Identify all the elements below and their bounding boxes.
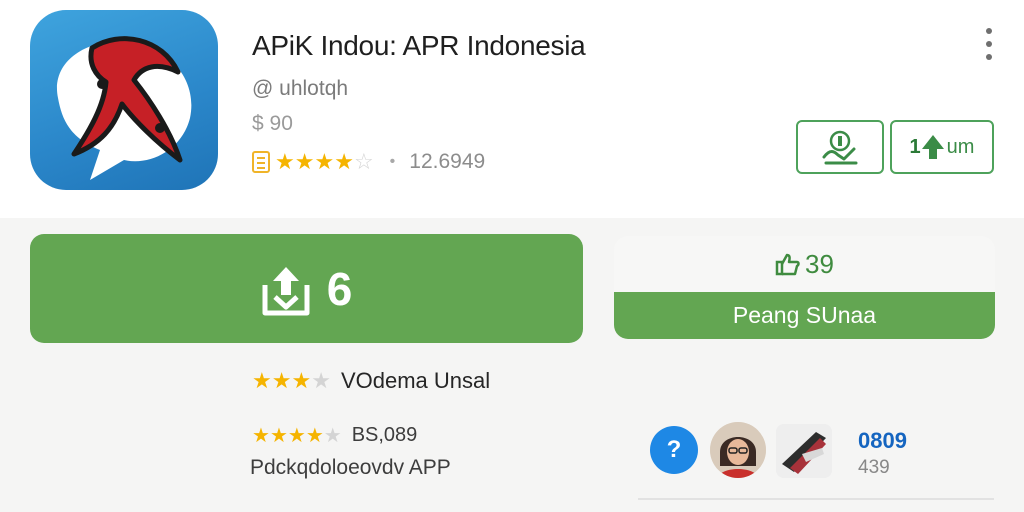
wishlist-icon — [822, 130, 858, 165]
app-icon — [30, 10, 218, 190]
share-button[interactable]: 1 um — [890, 120, 994, 174]
question-icon: ? — [666, 436, 682, 463]
side-card-count: 39 — [805, 248, 834, 279]
download-icon — [262, 266, 310, 315]
review-stars: ★ ★ ★ ★ ★ — [252, 426, 342, 446]
rating-badge-icon — [252, 151, 270, 173]
developer-name[interactable]: @ uhlotqh — [252, 77, 348, 101]
star-icon: ★ — [287, 424, 306, 447]
star-half-icon: ★ — [334, 149, 354, 174]
arrow-up-icon — [921, 135, 944, 159]
review-value: BS,089 — [351, 424, 418, 446]
side-card-header: 39 — [614, 236, 995, 292]
install-label: 6 — [326, 262, 353, 315]
divider — [638, 498, 994, 500]
avatar[interactable] — [710, 422, 766, 478]
star-icon: ★ — [269, 424, 288, 447]
star-empty-icon: ★ — [323, 424, 342, 447]
review-stars: ★ ★ ★ ★ — [252, 370, 331, 392]
star-icon: ★ — [271, 368, 292, 393]
package-label: Pdckqdoloeovdv APP — [250, 456, 451, 479]
stat-primary: 0809 — [858, 428, 907, 453]
stat-secondary: 439 — [858, 457, 890, 478]
review-row: ★ ★ ★ ★ ★ BS,089 — [252, 424, 417, 447]
side-card-button[interactable]: Peang SUnaa — [614, 292, 995, 339]
star-icon: ★ — [275, 149, 295, 174]
star-icon: ★ — [294, 149, 315, 174]
separator-dot: • — [389, 153, 396, 170]
star-icon: ★ — [252, 424, 270, 447]
install-button[interactable]: 6 — [30, 234, 583, 343]
side-card: 39 Peang SUnaa — [614, 236, 995, 339]
app-price: $ 90 — [252, 112, 293, 135]
star-icon: ★ — [314, 149, 335, 174]
star-icon: ★ — [305, 424, 324, 447]
rating-count: 12.6949 — [409, 150, 486, 173]
share-number: 1 — [909, 135, 921, 158]
review-row: ★ ★ ★ ★ VOdema Unsal — [252, 368, 490, 394]
star-empty-icon: ★ — [311, 368, 331, 393]
thumbs-up-icon — [775, 253, 800, 276]
share-label: um — [946, 135, 975, 158]
star-icon: ★ — [291, 368, 312, 393]
rating-row: ★ ★ ★ ★ ☆ • 12.6949 — [252, 148, 485, 176]
more-vertical-icon — [986, 28, 992, 34]
star-icon: ★ — [252, 368, 272, 393]
app-title: APiK Indou: APR Indonesia — [252, 30, 586, 61]
review-title: VOdema Unsal — [340, 368, 491, 393]
more-options-button[interactable] — [978, 26, 1000, 62]
wishlist-button[interactable] — [796, 120, 884, 174]
help-button[interactable]: ? — [650, 426, 698, 474]
star-empty-icon: ☆ — [353, 149, 374, 174]
screenshot-thumbnail[interactable] — [776, 424, 832, 478]
rating-stars: ★ ★ ★ ★ ☆ — [275, 151, 374, 173]
